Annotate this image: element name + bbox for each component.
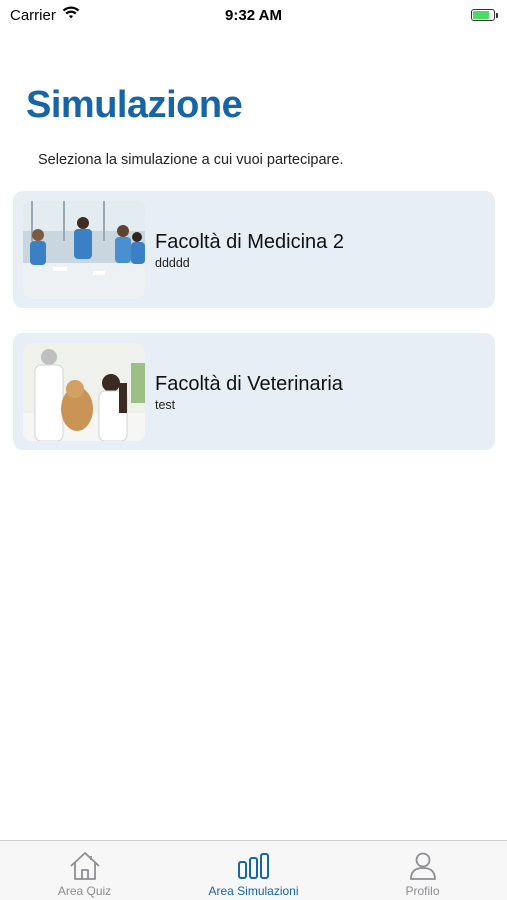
tab-bar: Area Quiz Area Simulazioni Profilo (0, 840, 507, 900)
tab-area-quiz[interactable]: Area Quiz (0, 841, 169, 898)
tab-label: Area Quiz (57, 884, 112, 898)
app-screen: Carrier 9:32 AM Simulazione Seleziona la… (0, 0, 507, 900)
simulation-title: Facoltà di Veterinaria (155, 372, 343, 395)
status-bar: Carrier 9:32 AM (0, 0, 507, 30)
battery-level (473, 11, 489, 19)
battery-charging-icon (471, 9, 498, 21)
page-subtitle: Seleziona la simulazione a cui vuoi part… (38, 152, 344, 168)
bar-chart-icon (236, 850, 272, 882)
home-icon (69, 850, 101, 882)
page-title: Simulazione (26, 84, 243, 126)
veterinarians-with-dog-photo (23, 342, 145, 441)
simulation-card-text: Facoltà di Medicina 2 ddddd (155, 230, 344, 270)
person-icon (409, 850, 437, 882)
wifi-icon (62, 6, 80, 24)
carrier-label: Carrier (10, 6, 56, 24)
tab-profilo[interactable]: Profilo (338, 841, 507, 898)
tab-label: Profilo (405, 884, 440, 898)
status-left: Carrier (10, 6, 80, 24)
tab-area-simulazioni[interactable]: Area Simulazioni (169, 841, 338, 898)
simulation-list: Facoltà di Medicina 2 ddddd Facoltà di V… (13, 191, 495, 475)
simulation-card-veterinaria[interactable]: Facoltà di Veterinaria test (13, 333, 495, 450)
medical-students-photo (23, 200, 145, 299)
tab-label: Area Simulazioni (208, 884, 299, 898)
simulation-card-text: Facoltà di Veterinaria test (155, 372, 343, 412)
simulation-subtitle: test (155, 397, 176, 412)
simulation-subtitle: ddddd (155, 255, 190, 270)
simulation-title: Facoltà di Medicina 2 (155, 230, 344, 253)
simulation-card-medicina[interactable]: Facoltà di Medicina 2 ddddd (13, 191, 495, 308)
